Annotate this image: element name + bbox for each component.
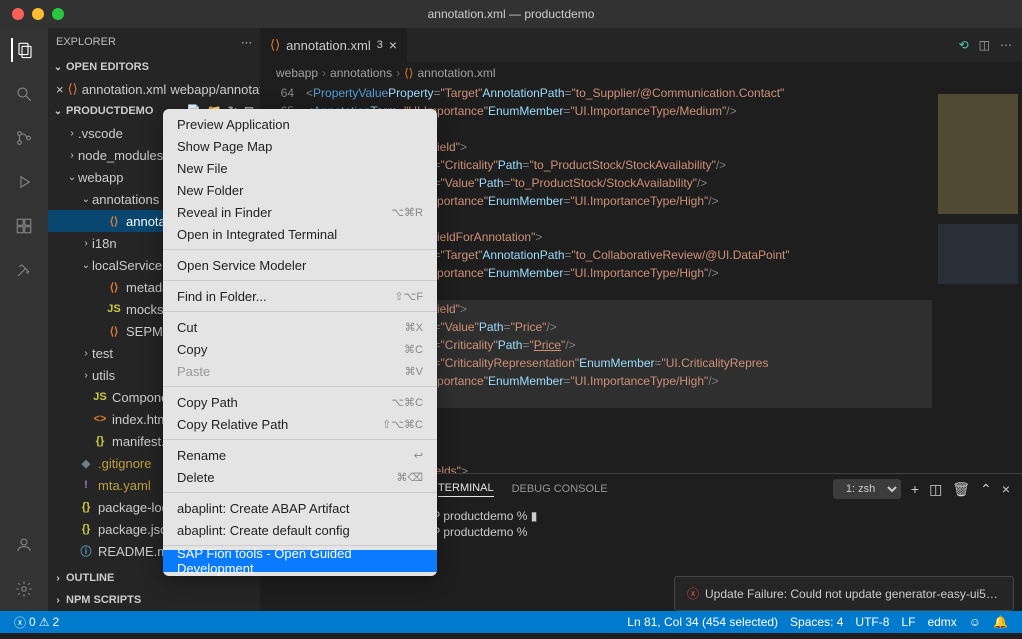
kill-terminal-icon[interactable]: 🗑 [952,481,970,498]
context-menu-item[interactable]: New Folder [163,179,437,201]
open-editor-item[interactable]: × ⟨⟩ annotation.xml webapp/annotatio... … [48,78,260,100]
maximize-window-button[interactable] [52,8,64,20]
xml-file-icon: ⟨⟩ [106,323,122,339]
xml-file-icon: ⟨⟩ [404,66,413,80]
context-menu-item[interactable]: Copy Relative Path⇧⌥⌘C [163,413,437,435]
title-bar: annotation.xml — productdemo [0,0,1022,28]
html-file-icon: <> [92,411,108,427]
context-menu-item[interactable]: Copy Path⌥⌘C [163,391,437,413]
context-menu-item[interactable]: SAP Fiori tools - Open Guided Developmen… [163,550,437,572]
activity-bar [0,28,48,611]
context-menu-item[interactable]: Rename↩ [163,444,437,466]
split-editor-icon[interactable]: ◫ [979,38,990,52]
open-editors-header[interactable]: ⌄OPEN EDITORS [48,56,260,78]
npm-scripts-header[interactable]: ›NPM SCRIPTS [48,589,260,611]
json-file-icon: {} [92,433,108,449]
status-feedback-icon[interactable]: ☺ [963,615,987,629]
status-eol[interactable]: LF [895,615,921,629]
xml-file-icon: ⟨⟩ [68,81,78,97]
editor-tab[interactable]: ⟨⟩ annotation.xml 3 × [260,28,408,62]
js-file-icon: JS [106,301,122,317]
close-icon[interactable]: × [56,82,64,97]
status-language[interactable]: edmx [921,615,962,629]
context-menu-item[interactable]: New File [163,157,437,179]
more-actions-icon[interactable]: ⋯ [1000,38,1012,52]
status-errors[interactable]: ⓧ0⚠2 [8,614,65,631]
xml-file-icon: ⟨⟩ [106,213,122,229]
context-menu-item[interactable]: Copy⌘C [163,338,437,360]
xml-file-icon: ⟨⟩ [270,37,280,53]
maximize-panel-icon[interactable]: ⌃ [980,481,992,498]
status-cursor[interactable]: Ln 81, Col 34 (454 selected) [621,615,784,629]
context-menu-item[interactable]: Reveal in Finder⌥⌘R [163,201,437,223]
error-icon: ⓧ [687,585,699,602]
close-window-button[interactable] [12,8,24,20]
close-panel-icon[interactable]: × [1002,481,1010,497]
xml-file-icon: ⟨⟩ [106,279,122,295]
context-menu-item[interactable]: Show Page Map [163,135,437,157]
extensions-icon[interactable] [12,214,36,238]
context-menu-item[interactable]: abaplint: Create ABAP Artifact [163,497,437,519]
context-menu-item[interactable]: Cut⌘X [163,316,437,338]
status-notification-icon[interactable]: 🔔 [987,615,1014,629]
explorer-icon[interactable] [11,38,35,62]
context-menu-item[interactable]: abaplint: Create default config [163,519,437,541]
status-encoding[interactable]: UTF-8 [849,615,895,629]
json-file-icon: {} [78,521,94,537]
notification-toast[interactable]: ⓧ Update Failure: Could not update gener… [674,576,1014,611]
breadcrumb[interactable]: webapp› annotations› ⟨⟩ annotation.xml [260,62,1022,84]
split-terminal-icon[interactable]: ◫ [929,481,942,498]
explorer-more-icon[interactable]: ⋯ [241,36,252,49]
status-bar: ⓧ0⚠2 Ln 81, Col 34 (454 selected) Spaces… [0,611,1022,633]
status-spaces[interactable]: Spaces: 4 [784,615,849,629]
context-menu-item[interactable]: Open Service Modeler [163,254,437,276]
close-tab-icon[interactable]: × [389,37,397,53]
minimize-window-button[interactable] [32,8,44,20]
json-file-icon: {} [78,499,94,515]
context-menu: Preview ApplicationShow Page MapNew File… [163,109,437,576]
explorer-title: EXPLORER [56,36,116,48]
source-control-icon[interactable] [12,126,36,150]
debug-console-tab[interactable]: DEBUG CONSOLE [512,483,608,495]
context-menu-item[interactable]: Find in Folder...⇧⌥F [163,285,437,307]
account-icon[interactable] [12,533,36,557]
window-title: annotation.xml — productdemo [428,7,595,21]
new-terminal-icon[interactable]: + [911,481,919,497]
terminal-tab[interactable]: TERMINAL [438,482,494,497]
settings-icon[interactable] [12,577,36,601]
tools-icon[interactable] [12,258,36,282]
context-menu-item[interactable]: Paste⌘V [163,360,437,382]
info-file-icon: ⓘ [78,543,94,559]
compare-icon[interactable]: ⟲ [959,38,969,52]
run-debug-icon[interactable] [12,170,36,194]
editor-tabs: ⟨⟩ annotation.xml 3 × ⟲ ◫ ⋯ [260,28,1022,62]
context-menu-item[interactable]: Preview Application [163,113,437,135]
terminal-shell-select[interactable]: 1: zsh [833,479,901,499]
yaml-file-icon: ! [78,477,94,493]
git-file-icon: ◆ [78,455,94,471]
search-icon[interactable] [12,82,36,106]
js-file-icon: JS [92,389,108,405]
context-menu-item[interactable]: Open in Integrated Terminal [163,223,437,245]
minimap[interactable] [932,84,1022,473]
context-menu-item[interactable]: Delete⌘⌫ [163,466,437,488]
